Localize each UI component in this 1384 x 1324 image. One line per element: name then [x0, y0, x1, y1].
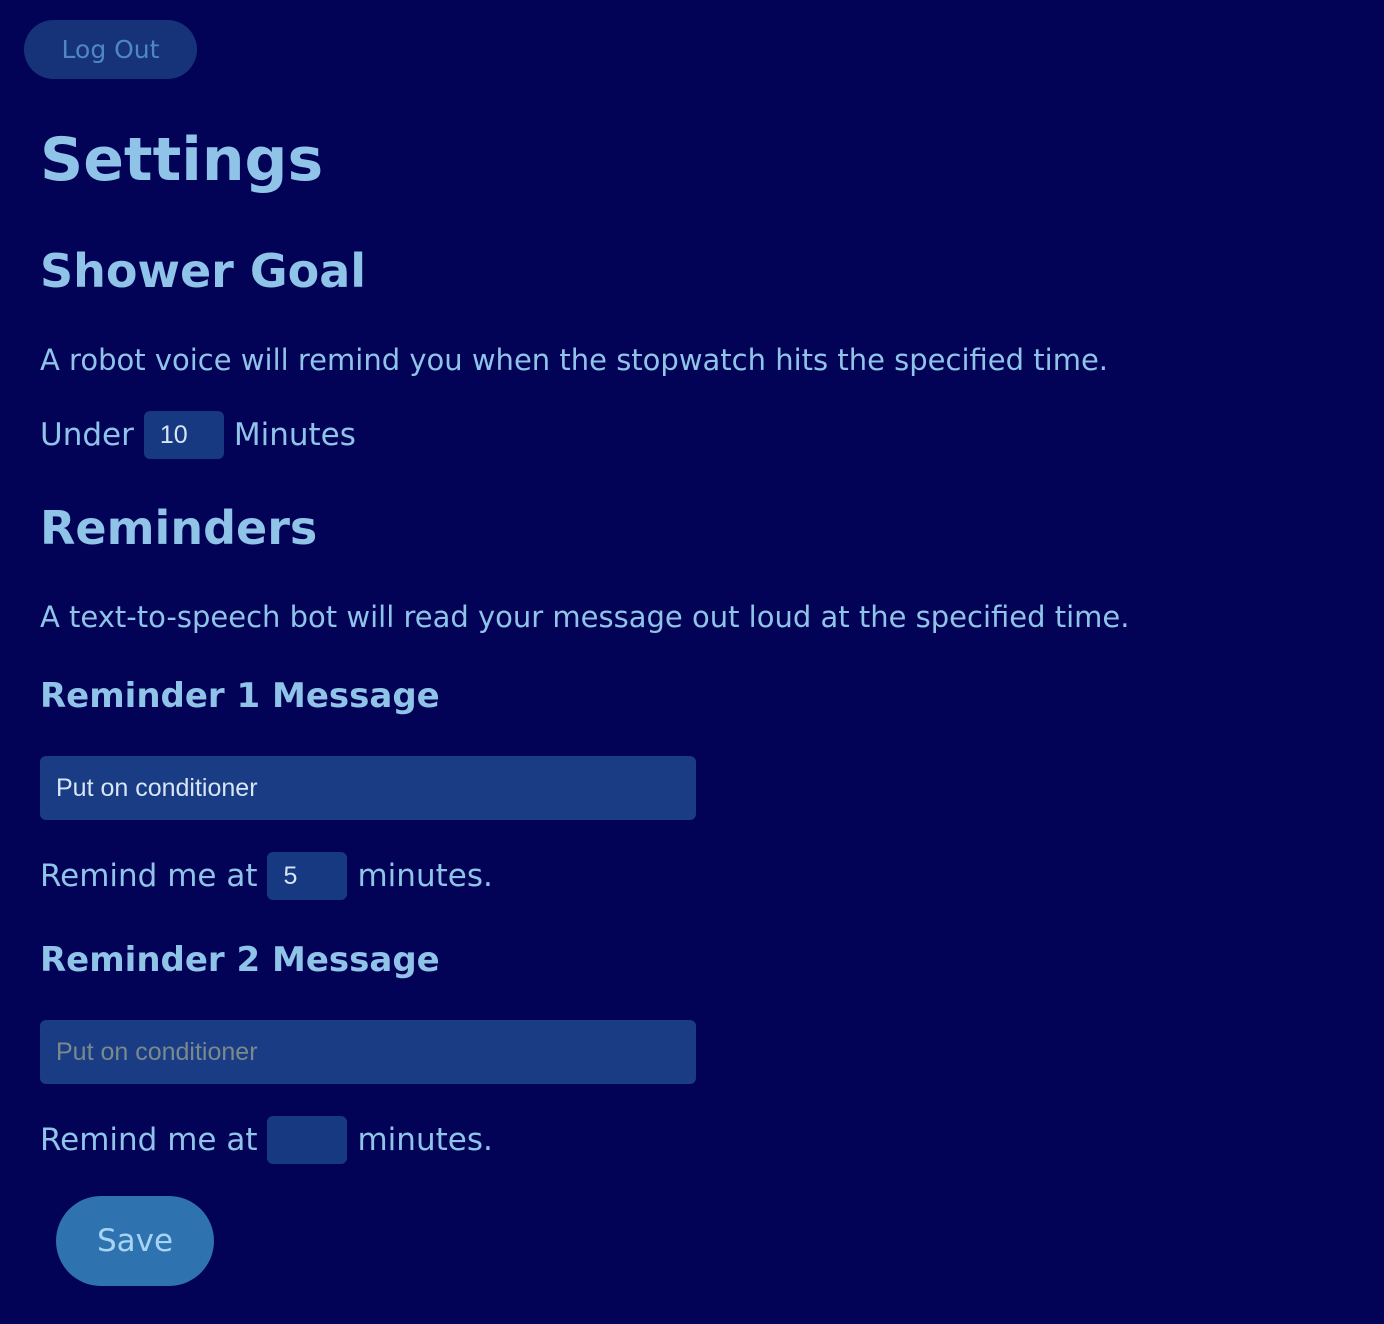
- reminder-2-suffix: minutes.: [357, 1122, 493, 1158]
- shower-goal-description: A robot voice will remind you when the s…: [40, 343, 1109, 377]
- reminder-2-time-row: Remind me at minutes.: [40, 1116, 493, 1164]
- reminder-1-time-row: Remind me at minutes.: [40, 852, 493, 900]
- reminder-2-minutes-input[interactable]: [267, 1116, 348, 1164]
- reminder-1-prefix: Remind me at: [40, 858, 258, 894]
- shower-goal-row: Under Minutes: [40, 411, 356, 459]
- reminder-2-prefix: Remind me at: [40, 1122, 258, 1158]
- reminders-heading: Reminders: [40, 501, 318, 555]
- shower-goal-heading: Shower Goal: [40, 244, 367, 298]
- reminder-1-suffix: minutes.: [357, 858, 493, 894]
- shower-goal-minutes-input[interactable]: [143, 411, 224, 459]
- shower-goal-suffix: Minutes: [233, 417, 356, 453]
- shower-goal-prefix: Under: [40, 417, 134, 453]
- reminders-description: A text-to-speech bot will read your mess…: [40, 600, 1130, 634]
- reminder-2-message-input[interactable]: [40, 1020, 696, 1084]
- reminder-2-heading: Reminder 2 Message: [40, 940, 440, 980]
- page-title: Settings: [40, 125, 324, 195]
- reminder-1-heading: Reminder 1 Message: [40, 676, 440, 716]
- reminder-1-minutes-input[interactable]: [267, 852, 348, 900]
- save-button[interactable]: Save: [56, 1196, 214, 1286]
- reminder-1-message-input[interactable]: [40, 756, 696, 820]
- log-out-button[interactable]: Log Out: [24, 20, 197, 79]
